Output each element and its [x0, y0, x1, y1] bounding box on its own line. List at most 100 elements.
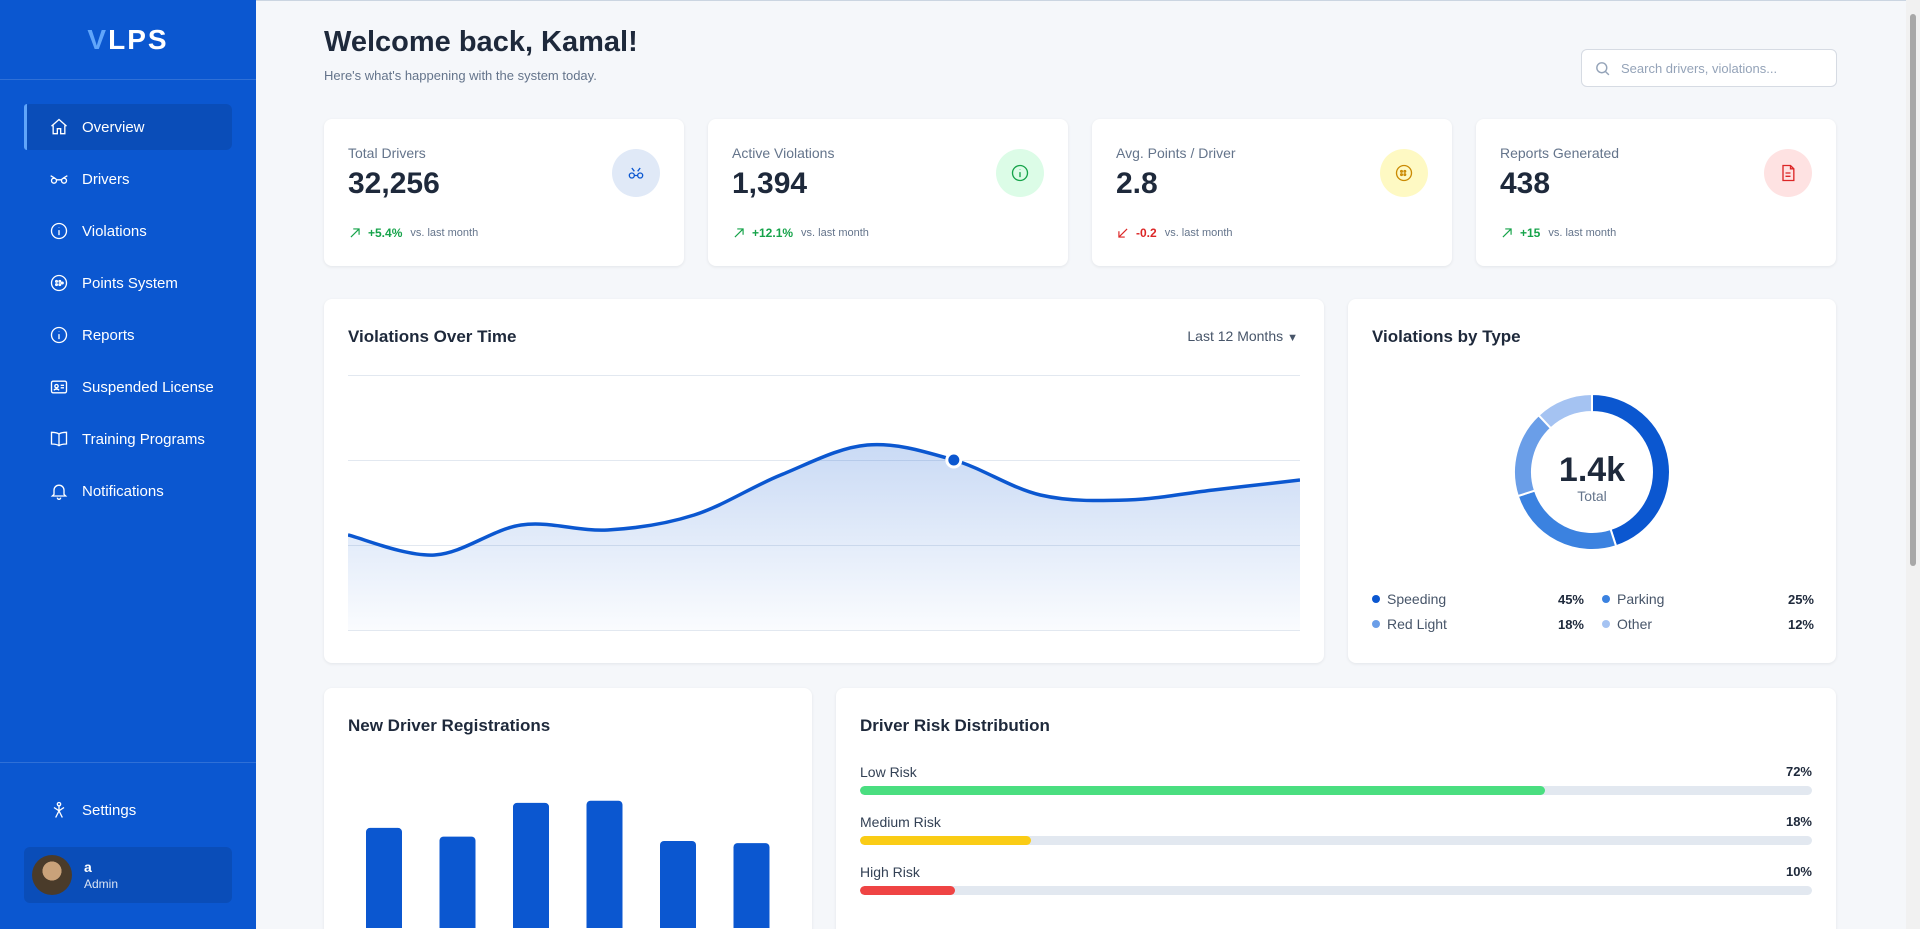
sidebar-nav: Overview Drivers Violations Points Syste… — [0, 80, 256, 514]
sidebar-item-violations[interactable]: Violations — [24, 208, 232, 254]
registrations-card: New Driver Registrations — [324, 688, 812, 929]
id-card-icon — [48, 376, 70, 398]
user-profile[interactable]: a Admin — [24, 847, 232, 903]
points-icon — [48, 272, 70, 294]
donut-slice-other — [1537, 392, 1593, 430]
stat-card-active-violations: Active Violations 1,394 +12.1% vs. last … — [708, 119, 1068, 266]
risk-pct: 72% — [1785, 764, 1812, 779]
area-fill — [348, 444, 1300, 630]
legend-pct: 45% — [1557, 591, 1584, 607]
range-select[interactable]: Last 12 Months ▼ — [1187, 328, 1298, 344]
donut-legend: Speeding 45% Parking 25% Red Light 18% O… — [1372, 591, 1814, 632]
stat-label: Reports Generated — [1500, 145, 1620, 161]
points-icon — [1380, 149, 1428, 197]
card-title: Driver Risk Distribution — [860, 716, 1050, 735]
settings-icon — [48, 799, 70, 821]
sidebar-item-reports[interactable]: Reports — [24, 312, 232, 358]
sidebar-item-label: Settings — [82, 801, 137, 819]
page-scrollbar[interactable] — [1906, 0, 1920, 929]
legend-item: Red Light 18% — [1372, 616, 1584, 632]
risk-row-medium: Medium Risk 18% — [860, 814, 1812, 845]
card-title: Violations by Type — [1372, 327, 1521, 346]
legend-item: Other 12% — [1602, 616, 1814, 632]
bell-icon — [48, 480, 70, 502]
stat-value: 2.8 — [1116, 167, 1158, 200]
stat-card-avg-points: Avg. Points / Driver 2.8 -0.2 vs. last m… — [1092, 119, 1452, 266]
bar-0 — [366, 827, 402, 928]
logo-text: LPS — [108, 23, 169, 55]
search-input[interactable] — [1621, 60, 1821, 76]
legend-label: Parking — [1617, 591, 1665, 607]
legend-pct: 18% — [1557, 616, 1584, 632]
sidebar-item-training-programs[interactable]: Training Programs — [24, 416, 232, 462]
user-name: a — [84, 859, 92, 875]
risk-track — [860, 886, 1812, 895]
sidebar-item-suspended-license[interactable]: Suspended License — [24, 364, 232, 410]
legend-item: Speeding 45% — [1372, 591, 1584, 607]
risk-row-high: High Risk 10% — [860, 864, 1812, 895]
sidebar-item-points-system[interactable]: Points System — [24, 260, 232, 306]
stat-compare: vs. last month — [410, 227, 479, 239]
logo-letter-v: V — [87, 23, 109, 55]
legend-dot — [1372, 595, 1380, 603]
stat-value: 32,256 — [348, 167, 440, 200]
legend-dot — [1372, 620, 1380, 628]
risk-track — [860, 836, 1812, 845]
sidebar: V LPS Overview Drivers Violations Points … — [0, 0, 256, 929]
trend-up-icon — [1502, 228, 1512, 238]
app-logo[interactable]: V LPS — [0, 0, 256, 80]
chevron-down-icon: ▼ — [1287, 332, 1298, 344]
page-title: Welcome back, Kamal! — [324, 26, 638, 58]
legend-dot — [1602, 620, 1610, 628]
stat-label: Active Violations — [732, 145, 835, 161]
sidebar-item-label: Reports — [82, 326, 135, 344]
risk-label: Low Risk — [860, 764, 917, 780]
sidebar-item-label: Violations — [82, 222, 147, 240]
page-subtitle: Here's what's happening with the system … — [324, 68, 597, 83]
stat-label: Avg. Points / Driver — [1116, 145, 1236, 161]
sidebar-item-notifications[interactable]: Notifications — [24, 468, 232, 514]
sidebar-item-label: Suspended License — [82, 378, 214, 396]
bar-1 — [439, 836, 476, 928]
user-role: Admin — [84, 877, 119, 891]
sidebar-item-label: Overview — [82, 118, 145, 136]
risk-fill — [860, 886, 956, 895]
donut-total-label: Total — [1577, 488, 1607, 504]
bar-2 — [513, 802, 549, 928]
info-circle-icon — [48, 220, 70, 242]
legend-item: Parking 25% — [1602, 591, 1814, 607]
stat-change: -0.2 vs. last month — [1116, 226, 1233, 240]
risk-fill — [860, 836, 1032, 845]
stat-compare: vs. last month — [1548, 227, 1617, 239]
search-box[interactable] — [1581, 49, 1837, 87]
violations-over-time-card: Violations Over Time Last 12 Months ▼ — [324, 299, 1324, 663]
legend-label: Other — [1617, 616, 1653, 632]
report-icon — [1764, 149, 1812, 197]
trend-down-icon — [1118, 228, 1128, 238]
stat-change: +15 vs. last month — [1500, 226, 1616, 240]
violations-line-chart — [348, 375, 1300, 631]
risk-track — [860, 786, 1812, 795]
risk-pct: 10% — [1785, 864, 1812, 879]
donut-total-value: 1.4k — [1558, 451, 1626, 489]
risk-row-low: Low Risk 72% — [860, 764, 1812, 795]
risk-label: Medium Risk — [860, 814, 941, 830]
sidebar-item-settings[interactable]: Settings — [24, 787, 232, 833]
stat-change: +12.1% vs. last month — [732, 226, 869, 240]
top-border — [256, 0, 1920, 1]
stat-compare: vs. last month — [801, 227, 869, 239]
sidebar-item-label: Notifications — [82, 482, 164, 500]
stat-card-reports-generated: Reports Generated 438 +15 vs. last month — [1476, 119, 1836, 266]
stat-change: +5.4% vs. last month — [348, 226, 478, 240]
trend-up-icon — [734, 228, 744, 238]
violations-by-type-card: Violations by Type 1.4k Total Speeding 4… — [1348, 299, 1836, 663]
sidebar-footer: Settings a Admin — [0, 762, 256, 929]
scrollbar-thumb[interactable] — [1910, 14, 1916, 566]
book-icon — [48, 428, 70, 450]
sidebar-item-drivers[interactable]: Drivers — [24, 156, 232, 202]
stat-change-value: +12.1% — [752, 226, 794, 240]
main-content: Welcome back, Kamal! Here's what's happe… — [256, 0, 1920, 929]
sidebar-item-overview[interactable]: Overview — [24, 104, 232, 150]
highlight-point — [945, 451, 963, 469]
legend-label: Red Light — [1387, 616, 1447, 632]
